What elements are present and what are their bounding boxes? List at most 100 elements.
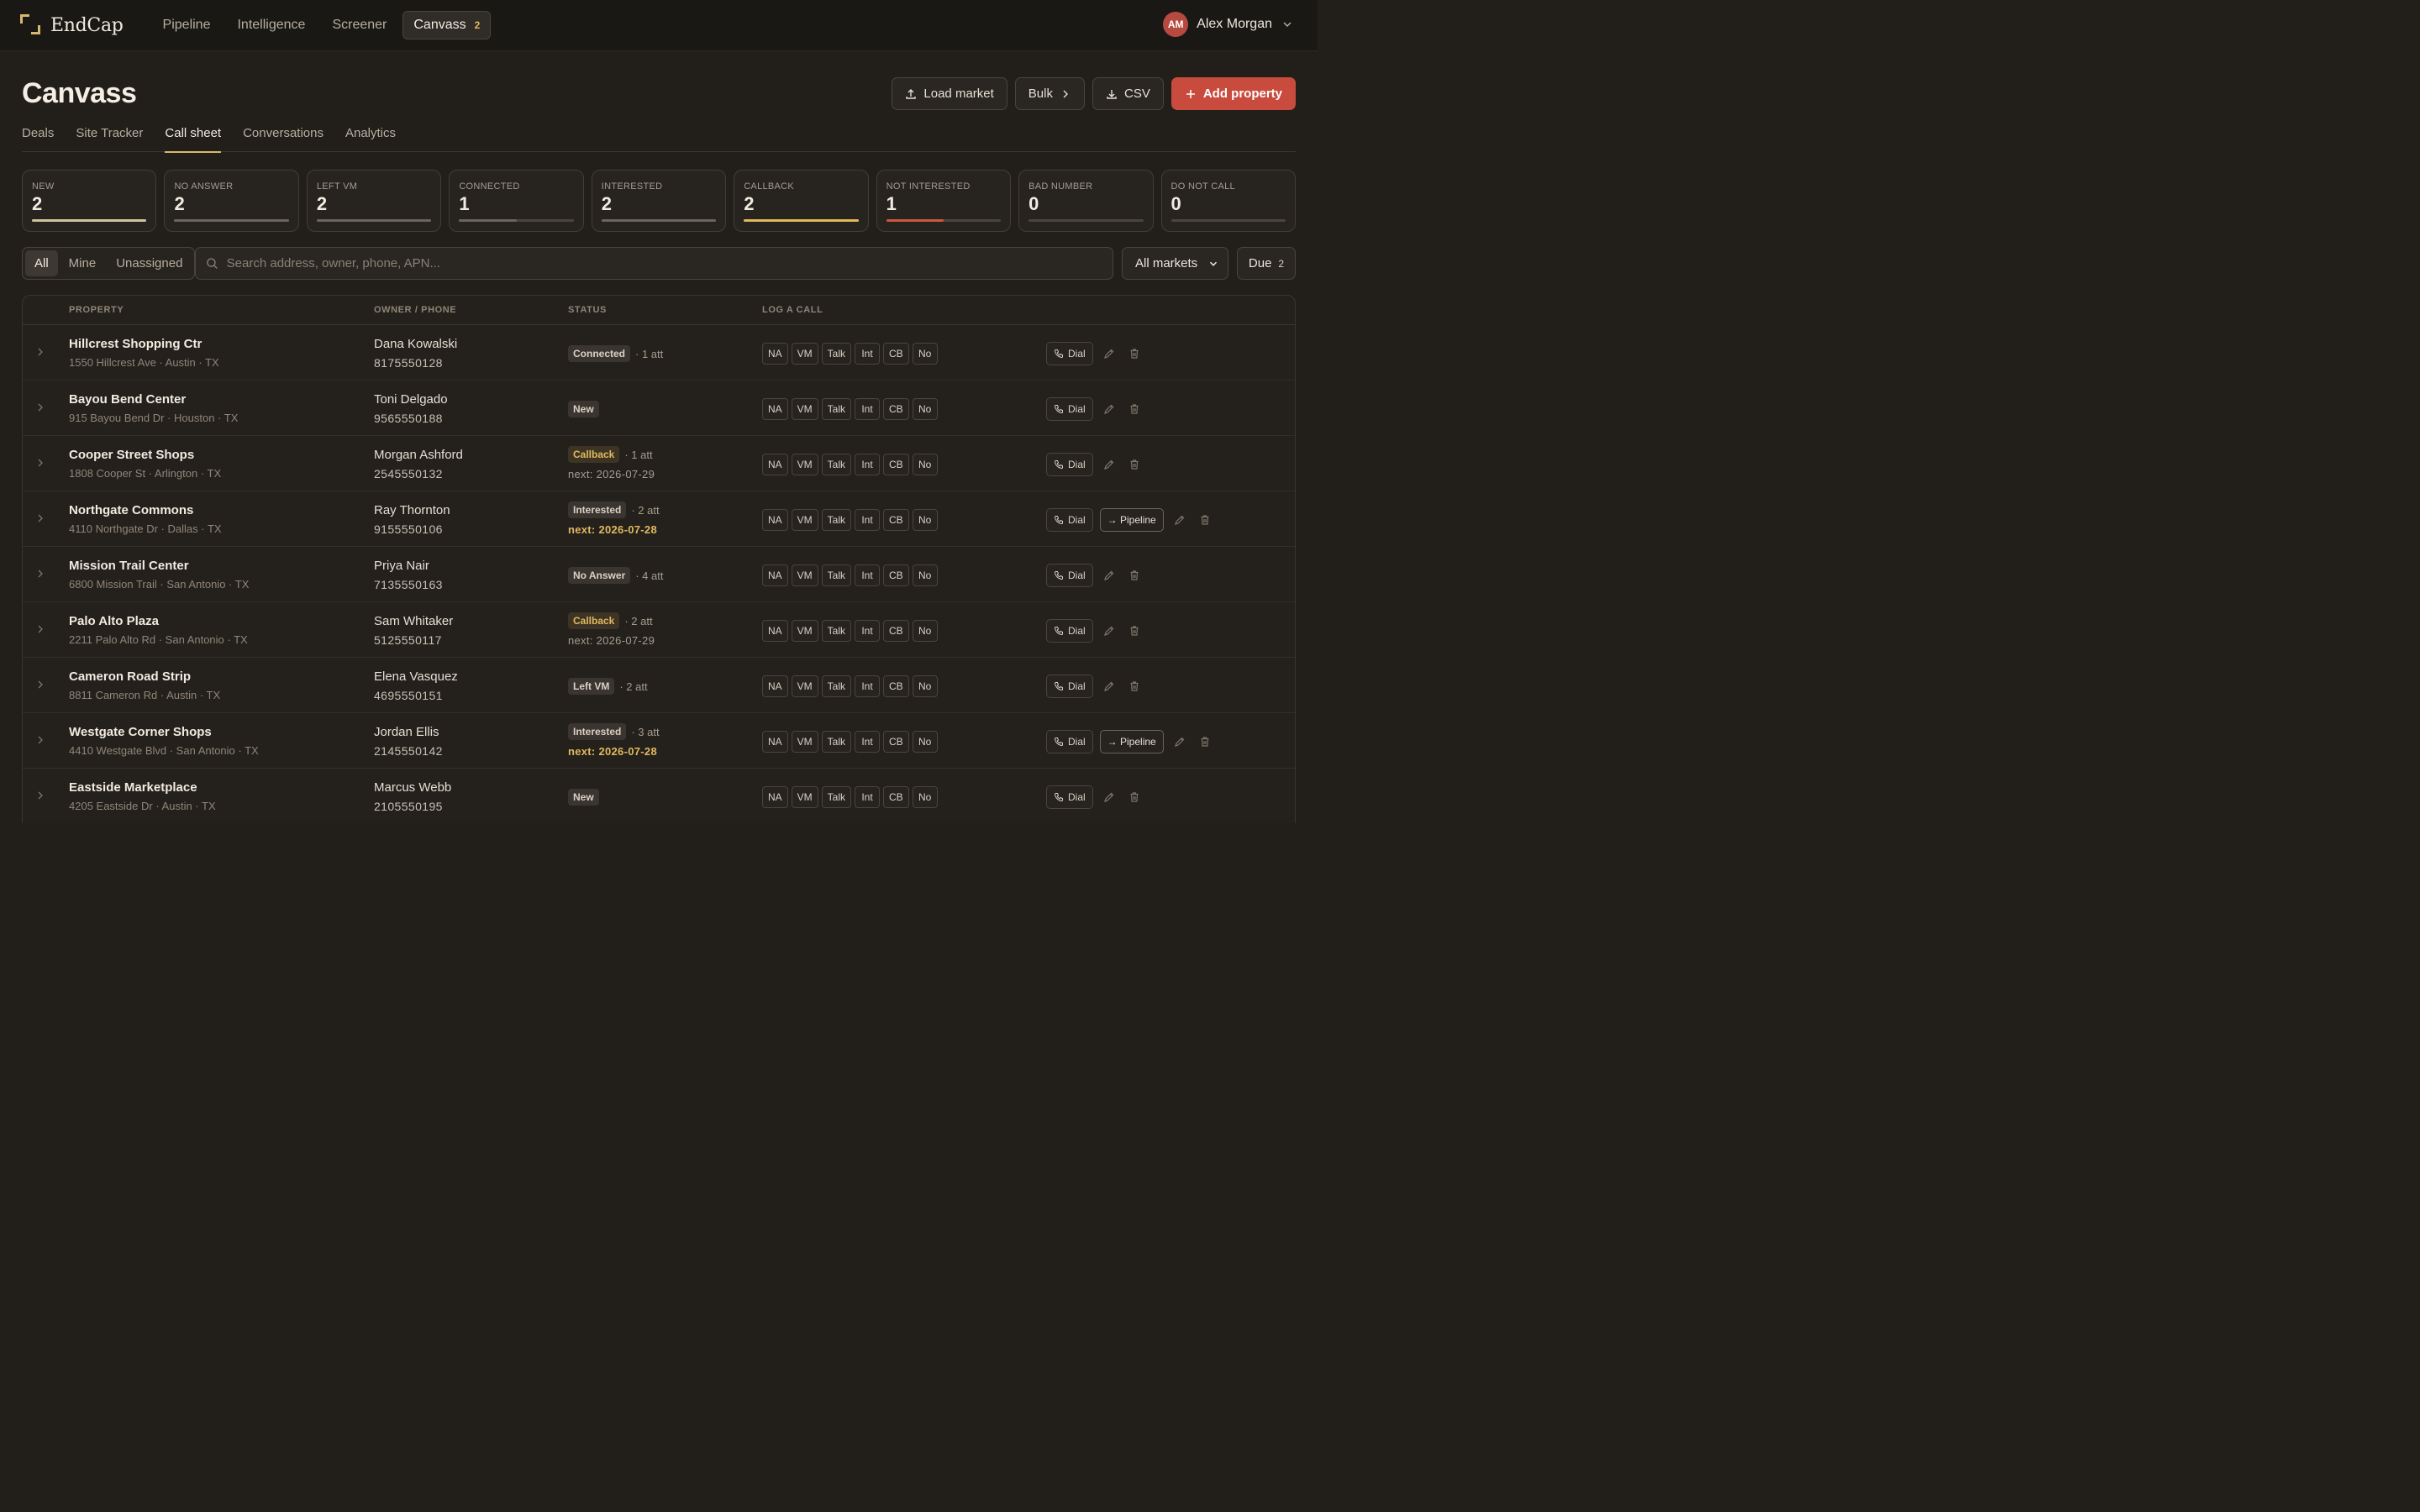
table-row[interactable]: Hillcrest Shopping Ctr 1550 Hillcrest Ave…: [23, 325, 1295, 381]
to-pipeline-button[interactable]: → Pipeline: [1099, 730, 1164, 753]
expand-chevron-icon[interactable]: [34, 734, 46, 746]
tab-deals[interactable]: Deals: [22, 126, 54, 152]
log-talk-button[interactable]: Talk: [821, 620, 852, 642]
user-menu[interactable]: AM Alex Morgan: [1163, 12, 1294, 37]
log-vm-button[interactable]: VM: [791, 786, 818, 808]
log-cb-button[interactable]: CB: [883, 675, 909, 697]
property-name[interactable]: Palo Alto Plaza: [69, 614, 159, 628]
log-no-button[interactable]: No: [912, 509, 938, 531]
tab-analytics[interactable]: Analytics: [345, 126, 396, 152]
log-vm-button[interactable]: VM: [791, 731, 818, 753]
log-int-button[interactable]: Int: [855, 564, 881, 586]
trash-icon[interactable]: [1125, 400, 1144, 418]
trash-icon[interactable]: [1125, 344, 1144, 363]
trash-icon[interactable]: [1125, 677, 1144, 696]
log-na-button[interactable]: NA: [762, 564, 788, 586]
log-no-button[interactable]: No: [912, 731, 938, 753]
trash-icon[interactable]: [1125, 788, 1144, 806]
scope-unassigned[interactable]: Unassigned: [107, 250, 192, 276]
expand-chevron-icon[interactable]: [34, 402, 46, 413]
log-no-button[interactable]: No: [912, 786, 938, 808]
log-vm-button[interactable]: VM: [791, 620, 818, 642]
due-filter-button[interactable]: Due 2: [1237, 247, 1296, 280]
log-na-button[interactable]: NA: [762, 620, 788, 642]
log-int-button[interactable]: Int: [855, 786, 881, 808]
table-row[interactable]: Northgate Commons 4110 Northgate Dr · Dal…: [23, 491, 1295, 547]
dial-button[interactable]: Dial: [1046, 397, 1093, 421]
log-cb-button[interactable]: CB: [883, 509, 909, 531]
market-select[interactable]: All markets: [1122, 247, 1228, 280]
log-cb-button[interactable]: CB: [883, 398, 909, 420]
expand-chevron-icon[interactable]: [34, 679, 46, 690]
edit-pencil-icon[interactable]: [1100, 455, 1118, 474]
log-int-button[interactable]: Int: [855, 509, 881, 531]
stat-card[interactable]: NOT INTERESTED 1: [876, 170, 1012, 232]
expand-chevron-icon[interactable]: [34, 568, 46, 580]
dial-button[interactable]: Dial: [1046, 675, 1093, 698]
log-vm-button[interactable]: VM: [791, 398, 818, 420]
expand-chevron-icon[interactable]: [34, 346, 46, 358]
expand-chevron-icon[interactable]: [34, 790, 46, 801]
stat-card[interactable]: DO NOT CALL 0: [1160, 170, 1296, 232]
dial-button[interactable]: Dial: [1046, 342, 1093, 365]
log-na-button[interactable]: NA: [762, 675, 788, 697]
dial-button[interactable]: Dial: [1046, 619, 1093, 643]
add-property-button[interactable]: Add property: [1171, 77, 1296, 110]
tab-conversations[interactable]: Conversations: [243, 126, 324, 152]
stat-card[interactable]: INTERESTED 2: [591, 170, 727, 232]
log-cb-button[interactable]: CB: [883, 454, 909, 475]
log-cb-button[interactable]: CB: [883, 343, 909, 365]
property-name[interactable]: Westgate Corner Shops: [69, 725, 212, 739]
log-no-button[interactable]: No: [912, 620, 938, 642]
log-no-button[interactable]: No: [912, 398, 938, 420]
log-int-button[interactable]: Int: [855, 620, 881, 642]
scope-all[interactable]: All: [25, 250, 58, 276]
edit-pencil-icon[interactable]: [1100, 622, 1118, 640]
dial-button[interactable]: Dial: [1046, 508, 1093, 532]
property-name[interactable]: Mission Trail Center: [69, 559, 189, 573]
property-name[interactable]: Cameron Road Strip: [69, 669, 191, 684]
stat-card[interactable]: NO ANSWER 2: [164, 170, 299, 232]
log-talk-button[interactable]: Talk: [821, 343, 852, 365]
log-talk-button[interactable]: Talk: [821, 564, 852, 586]
log-no-button[interactable]: No: [912, 564, 938, 586]
log-int-button[interactable]: Int: [855, 343, 881, 365]
bulk-button[interactable]: Bulk: [1014, 77, 1085, 110]
log-no-button[interactable]: No: [912, 454, 938, 475]
log-na-button[interactable]: NA: [762, 343, 788, 365]
log-talk-button[interactable]: Talk: [821, 786, 852, 808]
nav-link-intelligence[interactable]: Intelligence: [226, 10, 316, 40]
trash-icon[interactable]: [1196, 511, 1214, 529]
property-name[interactable]: Cooper Street Shops: [69, 448, 194, 462]
log-int-button[interactable]: Int: [855, 731, 881, 753]
dial-button[interactable]: Dial: [1046, 453, 1093, 476]
log-vm-button[interactable]: VM: [791, 509, 818, 531]
table-row[interactable]: Bayou Bend Center 915 Bayou Bend Dr · Hou…: [23, 381, 1295, 436]
edit-pencil-icon[interactable]: [1171, 732, 1189, 751]
load-market-button[interactable]: Load market: [892, 77, 1007, 110]
log-cb-button[interactable]: CB: [883, 620, 909, 642]
nav-link-canvass[interactable]: Canvass 2: [402, 11, 492, 39]
log-talk-button[interactable]: Talk: [821, 675, 852, 697]
property-name[interactable]: Hillcrest Shopping Ctr: [69, 337, 202, 351]
table-row[interactable]: Westgate Corner Shops 4410 Westgate Blvd …: [23, 713, 1295, 769]
edit-pencil-icon[interactable]: [1100, 566, 1118, 585]
dial-button[interactable]: Dial: [1046, 564, 1093, 587]
stat-card[interactable]: BAD NUMBER 0: [1018, 170, 1154, 232]
log-cb-button[interactable]: CB: [883, 564, 909, 586]
log-talk-button[interactable]: Talk: [821, 509, 852, 531]
to-pipeline-button[interactable]: → Pipeline: [1099, 508, 1164, 532]
trash-icon[interactable]: [1125, 566, 1144, 585]
nav-link-screener[interactable]: Screener: [321, 10, 397, 40]
log-vm-button[interactable]: VM: [791, 454, 818, 475]
trash-icon[interactable]: [1196, 732, 1214, 751]
expand-chevron-icon[interactable]: [34, 512, 46, 524]
log-talk-button[interactable]: Talk: [821, 731, 852, 753]
log-cb-button[interactable]: CB: [883, 786, 909, 808]
edit-pencil-icon[interactable]: [1100, 677, 1118, 696]
app-logo[interactable]: EndCap: [20, 14, 124, 36]
scope-mine[interactable]: Mine: [60, 250, 106, 276]
trash-icon[interactable]: [1125, 455, 1144, 474]
property-name[interactable]: Northgate Commons: [69, 503, 193, 517]
edit-pencil-icon[interactable]: [1171, 511, 1189, 529]
